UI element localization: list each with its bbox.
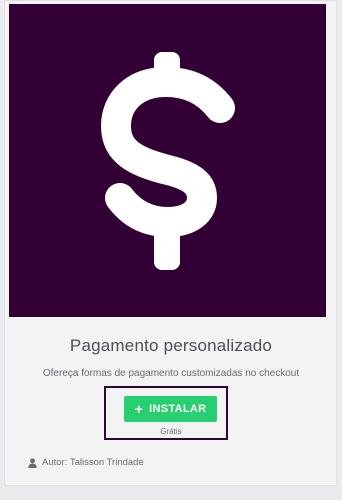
- plugin-description: Ofereça formas de pagamento customizadas…: [42, 368, 300, 379]
- install-button[interactable]: + INSTALAR: [124, 396, 217, 422]
- user-icon: [28, 457, 37, 468]
- install-button-label: INSTALAR: [149, 403, 207, 415]
- plugin-hero-image: [9, 4, 326, 317]
- dollar-sign-icon: [100, 51, 235, 270]
- author-info: Autor: Talisson Trindade: [28, 457, 144, 468]
- author-name: Autor: Talisson Trindade: [42, 457, 144, 468]
- plus-icon: +: [134, 401, 144, 417]
- price-label: Grátis: [160, 427, 182, 436]
- plugin-title: Pagamento personalizado: [69, 336, 273, 355]
